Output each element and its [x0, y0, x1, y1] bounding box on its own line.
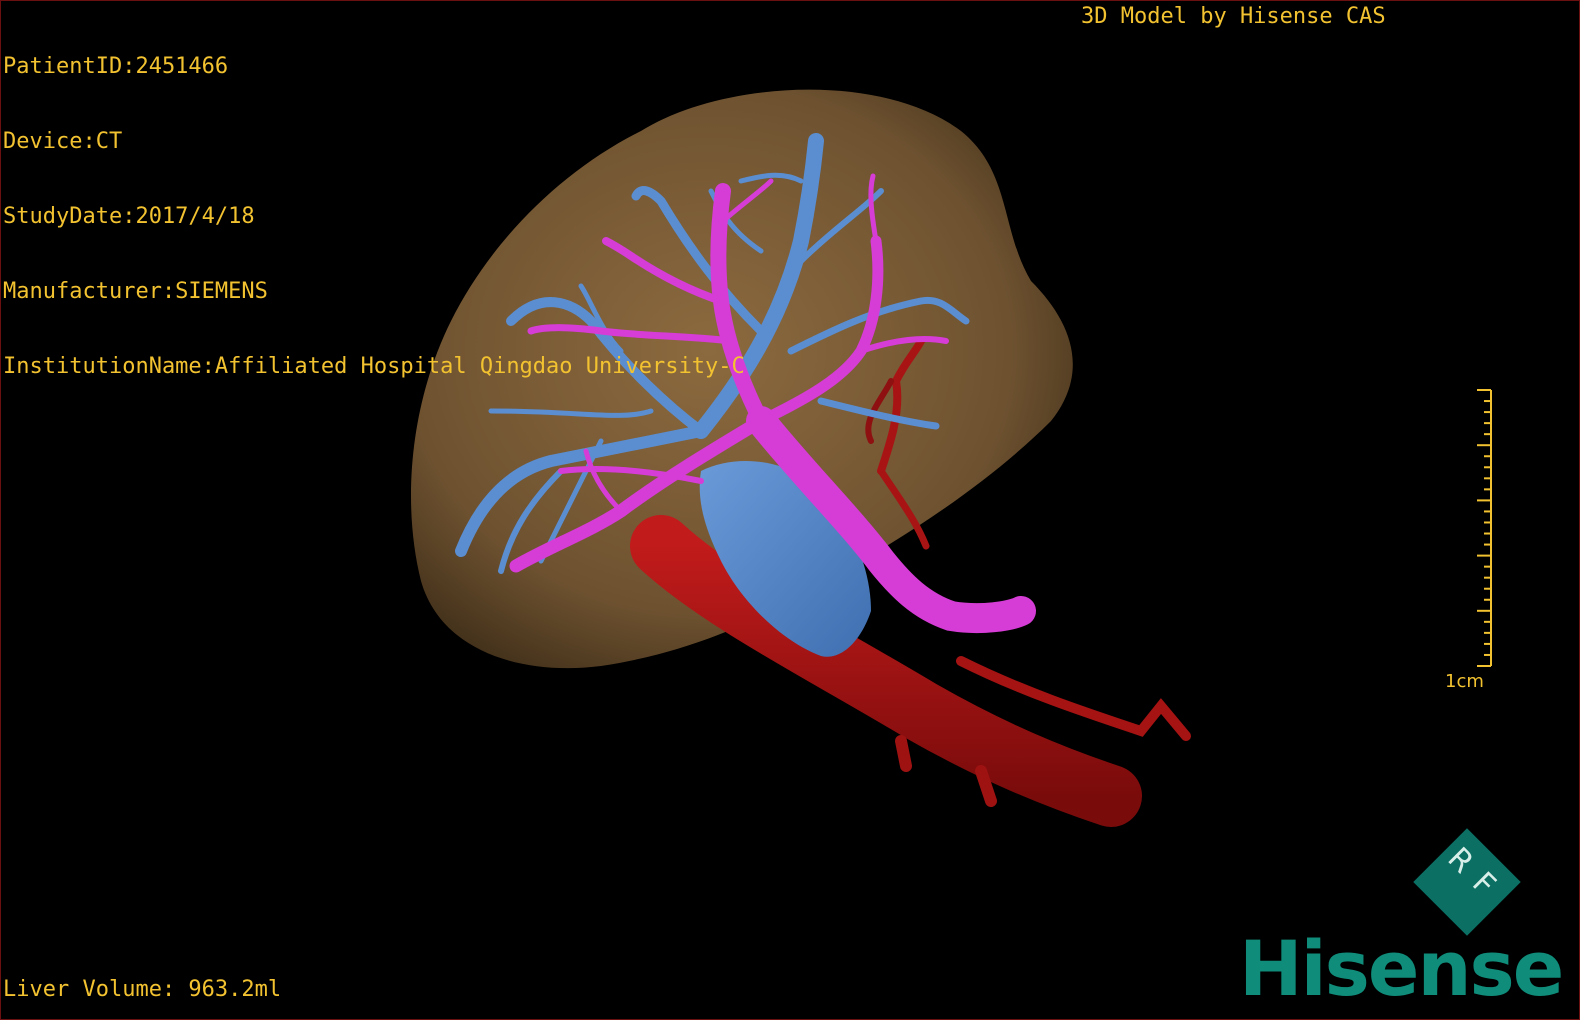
manufacturer-text: Manufacturer:SIEMENS [3, 279, 268, 304]
scale-bar [1477, 389, 1492, 667]
device-text: Device:CT [3, 129, 123, 154]
institution-text: InstitutionName:Affiliated Hospital Qing… [3, 354, 745, 379]
patient-info-block: PatientID:2451466 Device:CT StudyDate:20… [3, 4, 745, 429]
patient-id-text: PatientID:2451466 [3, 54, 229, 79]
study-date-text: StudyDate:2017/4/18 [3, 204, 255, 229]
scale-bar-label: 1cm [1445, 671, 1484, 692]
3d-viewport[interactable]: PatientID:2451466 Device:CT StudyDate:20… [0, 0, 1580, 1020]
liver-volume-text: Liver Volume: 963.2ml [3, 977, 282, 1002]
hisense-logo: Hisense [1239, 924, 1564, 1013]
model-title: 3D Model by Hisense CAS [1081, 4, 1386, 29]
